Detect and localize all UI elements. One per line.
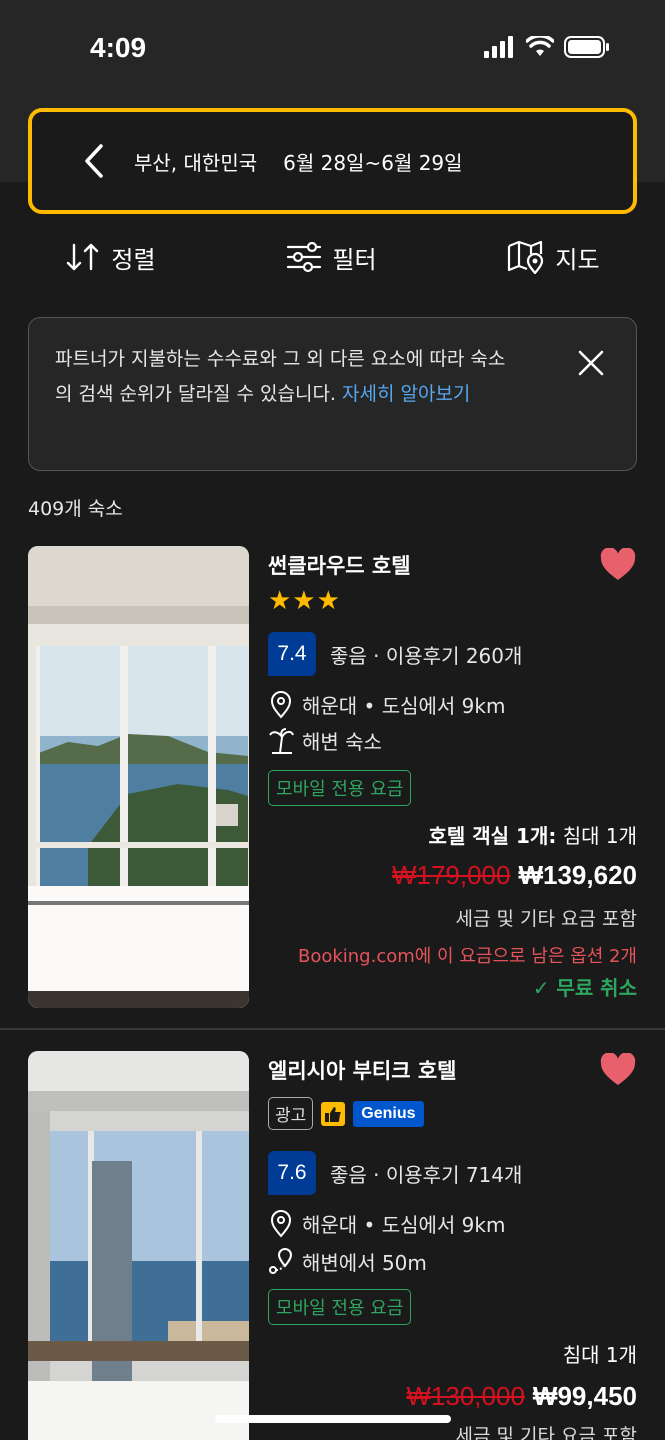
mobile-rate-badge: 모바일 전용 요금: [268, 770, 412, 806]
price-row: ₩179,000 ₩139,620: [392, 860, 637, 891]
hotel-name[interactable]: 엘리시아 부티크 호텔: [268, 1055, 457, 1085]
chevron-left-icon: [85, 144, 103, 178]
divider: [0, 1028, 665, 1030]
close-icon[interactable]: [576, 348, 606, 378]
hotel-photo[interactable]: [28, 546, 249, 1008]
review-score: 7.6: [268, 1151, 316, 1195]
ad-badge: 광고: [268, 1097, 314, 1130]
review-score: 7.4: [268, 632, 316, 676]
star-rating: ★★★: [268, 586, 341, 616]
tax-note: 세금 및 기타 요금 포함: [455, 908, 637, 930]
status-time: 4:09: [90, 32, 147, 63]
review-label: 좋음 · 이용후기 260개: [330, 643, 523, 668]
original-price: ₩130,000: [406, 1381, 525, 1411]
map-icon: [508, 240, 544, 274]
sort-icon: [67, 243, 99, 271]
signal-icon: [484, 36, 513, 58]
ad-row: 광고 Genius: [268, 1097, 424, 1130]
map-button[interactable]: 지도: [487, 240, 619, 275]
beach-distance-text: 해변에서 50m: [302, 1251, 427, 1275]
review-label: 좋음 · 이용후기 714개: [330, 1162, 523, 1187]
sort-label: 정렬: [111, 245, 156, 274]
home-indicator: [215, 1415, 451, 1423]
hotel-card[interactable]: 엘리시아 부티크 호텔 광고 Genius 7.6 좋음 · 이용후기 714개…: [0, 1051, 665, 1440]
bed-info: 침대 1개: [556, 824, 637, 848]
hotel-card[interactable]: 썬클라우드 호텔 ★★★ 7.4 좋음 · 이용후기 260개 해운대 • 도심…: [0, 546, 665, 1016]
genius-badge: Genius: [353, 1100, 424, 1127]
heart-icon[interactable]: [599, 1053, 637, 1087]
filter-icon: [287, 241, 322, 273]
price-row: ₩130,000 ₩99,450: [406, 1381, 637, 1412]
original-price: ₩179,000: [391, 860, 511, 890]
map-label: 지도: [555, 245, 600, 274]
tax-note: 세금 및 기타 요금 포함: [455, 1425, 637, 1440]
palm-tree-icon: [269, 727, 294, 754]
remaining-options: Booking.com에 이 요금으로 남은 옵션 2개: [297, 946, 637, 967]
location-row: 해운대 • 도심에서 9km: [268, 690, 505, 719]
location-pin-icon: [270, 1209, 292, 1238]
search-location: 부산, 대한민국: [134, 150, 258, 175]
search-dates: 6월 28일~6월 29일: [283, 150, 463, 175]
review-score-row: 7.6 좋음 · 이용후기 714개: [268, 1151, 522, 1195]
beach-text: 해변 숙소: [302, 730, 382, 754]
distance-pin-icon: [269, 1247, 293, 1274]
search-summary[interactable]: 부산, 대한민국 6월 28일~6월 29일: [28, 108, 637, 214]
results-count: 409개 숙소: [28, 498, 123, 520]
battery-icon: [564, 36, 609, 58]
thumbs-up-icon: [321, 1101, 346, 1126]
sort-button[interactable]: 정렬: [45, 240, 175, 275]
ranking-notice: 파트너가 지불하는 수수료와 그 외 다른 요소에 따라 숙소의 검색 순위가 …: [28, 317, 637, 471]
filter-button[interactable]: 필터: [266, 240, 396, 275]
hotel-name[interactable]: 썬클라우드 호텔: [268, 550, 411, 580]
status-icons: [484, 36, 610, 58]
location-text: 해운대 • 도심에서 9km: [302, 1213, 506, 1237]
location-text: 해운대 • 도심에서 9km: [302, 694, 506, 718]
filter-label: 필터: [332, 245, 377, 274]
location-pin-icon: [270, 690, 292, 719]
action-bar: 정렬 필터 지도: [0, 230, 665, 284]
back-button[interactable]: [64, 131, 124, 191]
room-type: 호텔 객실 1개:: [428, 824, 557, 848]
free-cancellation: ✓ 무료 취소: [532, 976, 637, 1000]
location-row: 해운대 • 도심에서 9km: [268, 1209, 505, 1238]
beach-distance-row: 해변에서 50m: [268, 1247, 427, 1276]
wifi-icon: [526, 36, 554, 56]
search-text[interactable]: 부산, 대한민국 6월 28일~6월 29일: [134, 147, 463, 176]
room-info: 호텔 객실 1개: 침대 1개: [429, 820, 637, 849]
mobile-rate-badge: 모바일 전용 요금: [268, 1289, 412, 1325]
learn-more-link[interactable]: 자세히 알아보기: [342, 383, 470, 405]
bed-info: 침대 1개: [562, 1343, 637, 1367]
hotel-photo[interactable]: [28, 1051, 249, 1440]
heart-icon[interactable]: [599, 548, 637, 582]
beach-row: 해변 숙소: [268, 726, 382, 755]
review-score-row: 7.4 좋음 · 이용후기 260개: [268, 632, 522, 676]
current-price: ₩139,620: [518, 860, 637, 890]
current-price: ₩99,450: [532, 1381, 637, 1411]
